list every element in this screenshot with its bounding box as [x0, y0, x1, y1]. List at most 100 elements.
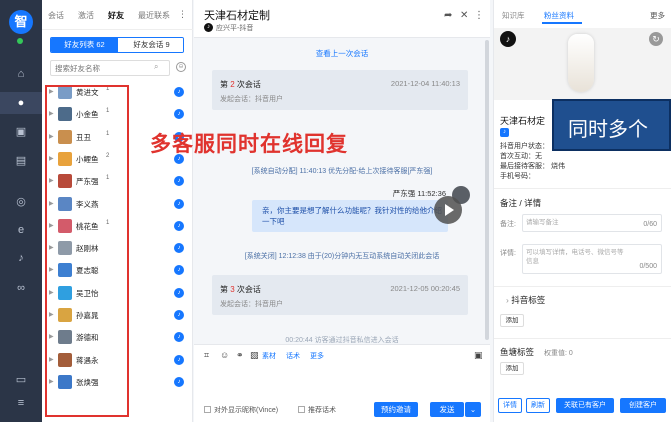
divider [494, 188, 671, 189]
friend-row[interactable]: ▶ 夏志聪 ♪ [42, 260, 193, 280]
share-icon[interactable]: ➦ [444, 10, 452, 21]
wechat-icon[interactable]: ◎ [13, 194, 29, 210]
friend-row[interactable]: ▶ 赵刚林 ♪ [42, 238, 193, 258]
expand-icon[interactable]: ▶ [49, 222, 54, 229]
link-customer-button[interactable]: 关联已有客户 [556, 398, 614, 413]
nav-rail: 智 ⌂ ● ▣ ▤ ◎ e ♪ ∞ ▭ ≡ [0, 0, 42, 422]
expand-icon[interactable]: ▶ [49, 378, 54, 385]
friend-row[interactable]: ▶ 严东强 1 ♪ [42, 171, 193, 191]
session-time: 2021-12-05 00:20:45 [390, 284, 460, 293]
refresh-button[interactable]: 刷新 [526, 398, 550, 413]
close-icon[interactable]: ✕ [460, 10, 468, 21]
friend-row[interactable]: ▶ 游德和 ♪ [42, 327, 193, 347]
image-icon[interactable]: ▧ [250, 350, 259, 361]
douyin-status-icon: ♪ [174, 265, 184, 276]
friend-segment: 好友列表 62 好友会话 9 [50, 37, 184, 53]
expand-icon[interactable]: ▶ [49, 333, 54, 340]
douyin-icon[interactable]: ♪ [13, 250, 29, 266]
home-icon[interactable]: ⌂ [13, 66, 29, 82]
recommend-checkbox[interactable] [298, 406, 305, 413]
link-icon[interactable]: ∞ [13, 280, 29, 296]
friend-row[interactable]: ▶ 小金鱼 1 ♪ [42, 104, 193, 124]
screenshot-icon[interactable]: ▣ [474, 350, 483, 361]
expand-icon[interactable]: ▶ [49, 200, 54, 207]
more-icon[interactable]: ⋮ [178, 9, 187, 20]
emoji-icon[interactable]: ☺ [220, 350, 229, 360]
more-menu[interactable]: 更多 [650, 10, 665, 21]
friend-list-tab[interactable]: 好友列表 62 [51, 38, 118, 52]
tab-sessions[interactable]: 会话 [48, 10, 64, 21]
douyin-icon: ♪ [500, 31, 516, 47]
friend-name: 小金鱼 [76, 110, 99, 120]
friend-row[interactable]: ▶ 孙嘉晁 ♪ [42, 305, 193, 325]
douyin-icon: ♪ [204, 23, 213, 32]
session-card: 第 2 次会话 2021-12-04 11:40:13 发起会话：抖音用户 [212, 70, 468, 110]
expand-icon[interactable]: ▶ [49, 244, 54, 251]
expand-icon[interactable]: ▶ [49, 311, 54, 318]
remark-field[interactable]: 请输写备注 0/60 [522, 214, 662, 232]
info-line: 手机号码： [500, 173, 535, 180]
detail-button[interactable]: 详情 [498, 398, 522, 413]
menu-icon[interactable]: ≡ [13, 395, 29, 411]
browser-icon[interactable]: e [13, 222, 29, 238]
expand-icon[interactable]: ▶ [49, 356, 54, 363]
detail-field[interactable]: 可以填写详情，电话号、微信号等信息 0/500 [522, 244, 662, 274]
document-icon[interactable]: ▤ [13, 153, 29, 169]
refresh-icon[interactable]: ↻ [649, 32, 663, 46]
more-button[interactable]: 更多 [310, 351, 324, 361]
tab-knowledge[interactable]: 知识库 [502, 10, 525, 21]
friend-search-input[interactable] [50, 60, 170, 76]
monitor-icon[interactable]: ▭ [13, 372, 29, 388]
friend-row[interactable]: ▶ 吴卫怡 ♪ [42, 283, 193, 303]
send-button[interactable]: 发送 [430, 402, 464, 417]
friend-row[interactable]: ▶ 李义燕 ♪ [42, 194, 193, 214]
crop-icon[interactable]: ⌗ [204, 350, 209, 361]
detail-label: 详情: [500, 250, 516, 257]
friend-row[interactable]: ▶ 黄进文 1 ♪ [42, 82, 193, 102]
invite-button[interactable]: 预约邀请 [374, 402, 418, 417]
friend-row[interactable]: ▶ 蒋遇永 ♪ [42, 350, 193, 370]
play-icon[interactable] [434, 196, 462, 224]
online-status-dot [17, 38, 23, 44]
session-label: 第 2 次会话 [220, 80, 261, 89]
search-icon[interactable]: ⌕ [154, 62, 158, 72]
create-customer-button[interactable]: 创建客户 [620, 398, 666, 413]
info-line: 抖音用户状态： [500, 143, 549, 150]
overlay-banner: 同时多个 [552, 99, 671, 151]
add-tag-button[interactable]: 添加 [500, 314, 524, 327]
tab-activate[interactable]: 激活 [78, 10, 94, 21]
friend-row[interactable]: ▶ 张焕强 ♪ [42, 372, 193, 392]
expand-icon[interactable]: ▶ [49, 289, 54, 296]
avatar [58, 174, 72, 189]
link-icon[interactable]: ⚭ [236, 350, 244, 361]
expand-icon[interactable]: ▶ [49, 266, 54, 273]
douyin-status-icon: ♪ [174, 198, 184, 209]
expand-icon[interactable]: ▶ [49, 177, 54, 184]
friend-row[interactable]: ▶ 桃花鱼 1 ♪ [42, 216, 193, 236]
tab-friends[interactable]: 好友 [108, 10, 124, 21]
expand-icon[interactable]: ▶ [49, 88, 54, 95]
expand-icon[interactable]: ▶ [49, 155, 54, 162]
tab-recent[interactable]: 最近联系 [138, 10, 170, 21]
tab-fan-profile[interactable]: 粉丝资料 [544, 10, 574, 21]
view-previous-link[interactable]: 查看上一次会话 [194, 48, 490, 59]
chat-scrollbar[interactable] [485, 40, 489, 340]
chat-icon[interactable]: ● [13, 95, 29, 111]
message-input[interactable]: 对外显示昵称(Vince) 推荐话术 预约邀请 发送 ⌄ [194, 366, 490, 422]
send-options-icon[interactable]: ⌄ [465, 402, 481, 417]
phrase-button[interactable]: 话术 [286, 351, 300, 361]
expand-icon[interactable]: ▶ [49, 133, 54, 140]
chat-title: 天津石材定制 [204, 10, 270, 22]
nickname-checkbox[interactable] [204, 406, 211, 413]
expand-icon[interactable]: ▶ [49, 110, 54, 117]
session-card: 第 3 次会话 2021-12-05 00:20:45 发起会话：抖音用户 [212, 275, 468, 315]
friend-sessions-tab[interactable]: 好友会话 9 [118, 38, 183, 52]
contacts-icon[interactable]: ▣ [13, 124, 29, 140]
add-fishpond-button[interactable]: 添加 [500, 362, 524, 375]
friend-name: 游德和 [76, 333, 99, 343]
more-icon[interactable]: ⋮ [474, 10, 484, 21]
avatar [58, 107, 72, 122]
material-button[interactable]: 素材 [262, 351, 276, 361]
filter-icon[interactable]: ⊖ [176, 62, 186, 72]
avatar [58, 308, 72, 322]
